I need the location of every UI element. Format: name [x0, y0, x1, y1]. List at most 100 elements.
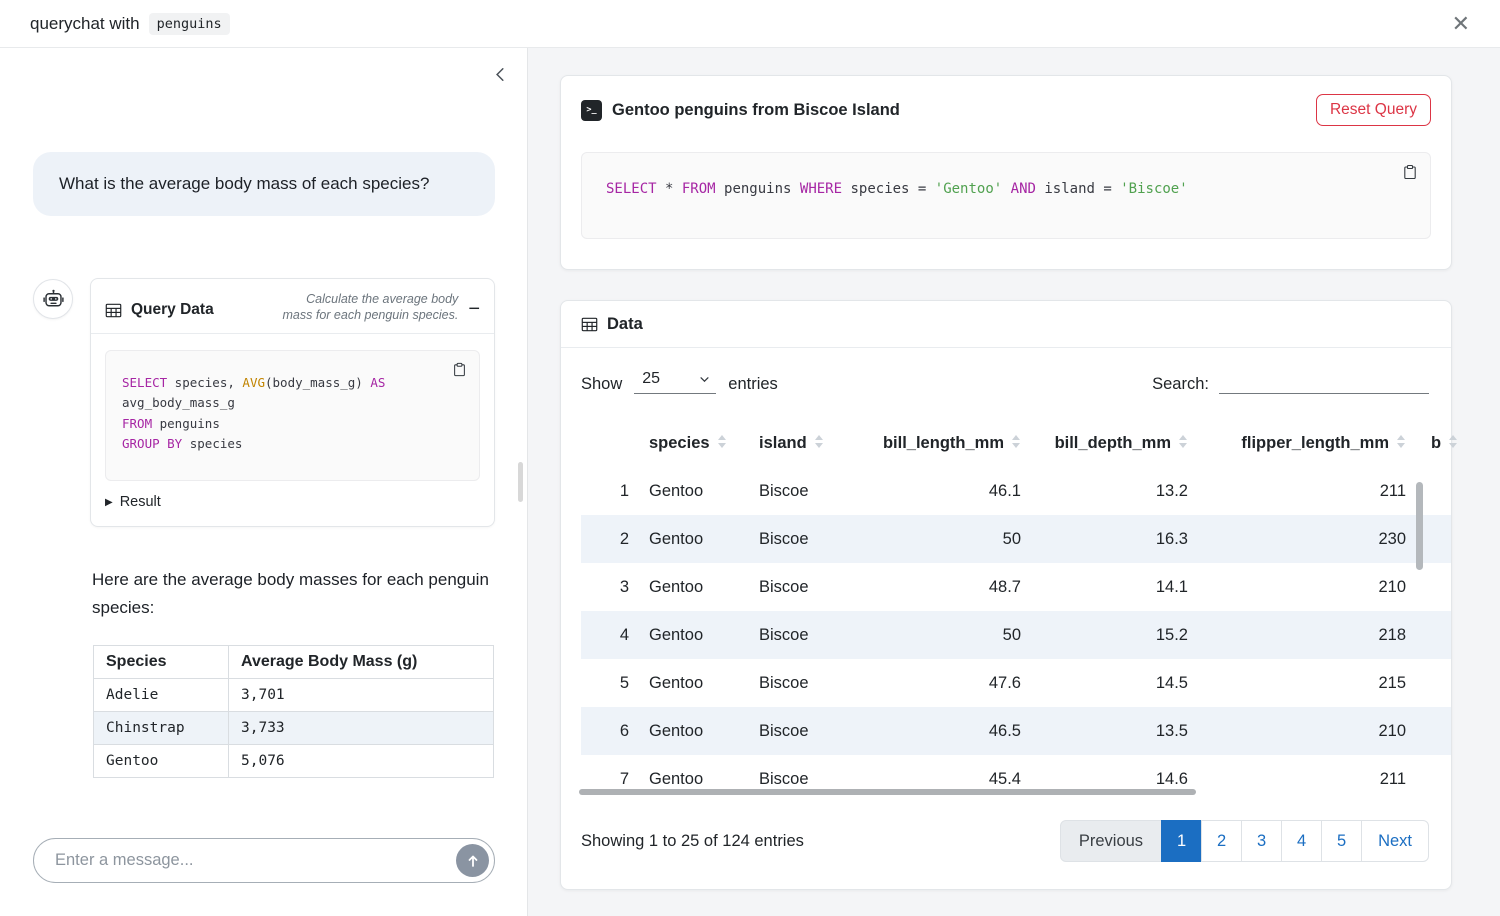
sort-icon[interactable] — [1397, 435, 1406, 448]
chevron-down-icon — [699, 374, 710, 385]
query-data-card-header: Query Data Calculate the average body ma… — [91, 279, 494, 334]
page-button-3[interactable]: 3 — [1241, 820, 1282, 862]
send-button[interactable] — [456, 844, 489, 877]
chat-scrollbar[interactable] — [518, 462, 523, 502]
entries-label: entries — [728, 375, 778, 394]
column-label: bill_length_mm — [883, 434, 1004, 452]
sort-icon[interactable] — [718, 435, 727, 448]
table-row: 4GentooBiscoe5015.2218 — [581, 611, 1451, 659]
table-row: 6GentooBiscoe46.513.5210 — [581, 707, 1451, 755]
cell: 14.5 — [1021, 659, 1188, 707]
table-info: Showing 1 to 25 of 124 entries — [581, 832, 804, 851]
table-row: Adelie3,701 — [94, 679, 494, 712]
query-data-card: Query Data Calculate the average body ma… — [90, 278, 495, 527]
sql-line: FROM penguins — [122, 414, 463, 434]
horizontal-scrollbar[interactable] — [579, 789, 1196, 795]
dataset-chip: penguins — [149, 13, 230, 35]
header-row: species island bill_length_mm bill_depth_mm… — [581, 434, 1452, 467]
sort-icon[interactable] — [1012, 435, 1021, 448]
column-header-flipper_length_mm[interactable]: flipper_length_mm — [1188, 434, 1406, 467]
main-panel: >_ Gentoo penguins from Biscoe Island Re… — [528, 48, 1500, 916]
cell: Gentoo — [629, 467, 739, 515]
clipboard-icon — [1402, 164, 1418, 180]
vertical-scrollbar[interactable] — [1416, 482, 1423, 570]
copy-button[interactable] — [1400, 162, 1420, 182]
page-button-5[interactable]: 5 — [1321, 820, 1362, 862]
chevron-left-icon — [492, 66, 509, 83]
table-icon — [105, 302, 122, 319]
next-button[interactable]: Next — [1361, 820, 1429, 862]
table-row: Chinstrap3,733 — [94, 712, 494, 745]
result-disclosure[interactable]: ▶ Result — [105, 494, 161, 510]
page-button-4[interactable]: 4 — [1281, 820, 1322, 862]
reset-query-button[interactable]: Reset Query — [1316, 94, 1431, 126]
sql-line: GROUP BY species — [122, 434, 463, 454]
cell: 211 — [1188, 755, 1406, 799]
column-header-island[interactable]: island — [739, 434, 839, 467]
cell — [1406, 515, 1451, 563]
result-label: Result — [120, 494, 161, 510]
sql-token: penguins — [152, 416, 220, 431]
app-title: querychat with penguins — [30, 13, 230, 35]
cell: Adelie — [94, 679, 229, 712]
column-label: flipper_length_mm — [1241, 434, 1389, 452]
species-mass-table: SpeciesAverage Body Mass (g)Adelie3,701C… — [93, 645, 494, 778]
cell: Biscoe — [739, 515, 839, 563]
page-length-control: Show 25 entries — [581, 368, 778, 394]
cell: 5 — [581, 659, 629, 707]
assistant-message: Here are the average body masses for eac… — [92, 566, 496, 622]
cell — [1406, 755, 1451, 799]
app-title-text: querychat with — [30, 14, 140, 34]
column-header-species[interactable]: species — [629, 434, 739, 467]
sort-icon[interactable] — [1179, 435, 1188, 448]
robot-icon — [42, 288, 65, 311]
cell: 16.3 — [1021, 515, 1188, 563]
sql-token: (body_mass_g) — [265, 375, 370, 390]
column-header-bill_length_mm[interactable]: bill_length_mm — [839, 434, 1021, 467]
column-label: bill_depth_mm — [1055, 434, 1171, 452]
page-button-1[interactable]: 1 — [1161, 820, 1202, 862]
sql-line: avg_body_mass_g — [122, 393, 463, 413]
query-card-header: >_ Gentoo penguins from Biscoe Island Re… — [561, 76, 1451, 126]
cell: 47.6 — [839, 659, 1021, 707]
cell: 13.2 — [1021, 467, 1188, 515]
column-label: Species — [106, 653, 166, 670]
pagination: Previous12345Next — [1060, 820, 1429, 862]
cell: 3,701 — [229, 679, 494, 712]
chat-input-wrap — [33, 838, 495, 883]
chat-message-input[interactable] — [33, 838, 495, 883]
cell — [1406, 467, 1451, 515]
sql-token: species, — [167, 375, 242, 390]
cell: 210 — [1188, 563, 1406, 611]
tool-card-subtitle: Calculate the average body mass for each… — [278, 291, 458, 323]
copy-button[interactable] — [450, 360, 469, 379]
search-input[interactable] — [1219, 368, 1429, 394]
current-query-title: Gentoo penguins from Biscoe Island — [612, 101, 900, 120]
search-label: Search: — [1152, 375, 1209, 394]
column-header-bill_depth_mm[interactable]: bill_depth_mm — [1021, 434, 1188, 467]
column-label: island — [759, 434, 807, 452]
cell: Gentoo — [629, 611, 739, 659]
table-row: 3GentooBiscoe48.714.1210 — [581, 563, 1451, 611]
sql-token — [1002, 181, 1010, 197]
arrow-up-icon — [465, 853, 481, 869]
table-icon — [581, 316, 598, 333]
cell: 48.7 — [839, 563, 1021, 611]
cell: 50 — [839, 515, 1021, 563]
cell: 4 — [581, 611, 629, 659]
sort-icon[interactable] — [1449, 435, 1458, 448]
page-length-select[interactable]: 25 — [634, 368, 716, 394]
close-icon[interactable]: ✕ — [1444, 9, 1478, 39]
page-button-2[interactable]: 2 — [1201, 820, 1242, 862]
cell: Biscoe — [739, 659, 839, 707]
column-header-b[interactable]: b — [1406, 434, 1452, 467]
cell: 3 — [581, 563, 629, 611]
cell: 215 — [1188, 659, 1406, 707]
collapse-card-button[interactable]: − — [468, 299, 480, 319]
collapse-sidebar-button[interactable] — [488, 62, 513, 87]
column-label: species — [649, 434, 710, 452]
previous-button[interactable]: Previous — [1060, 820, 1162, 862]
sort-icon[interactable] — [815, 435, 824, 448]
cell: Gentoo — [629, 515, 739, 563]
cell: Biscoe — [739, 563, 839, 611]
